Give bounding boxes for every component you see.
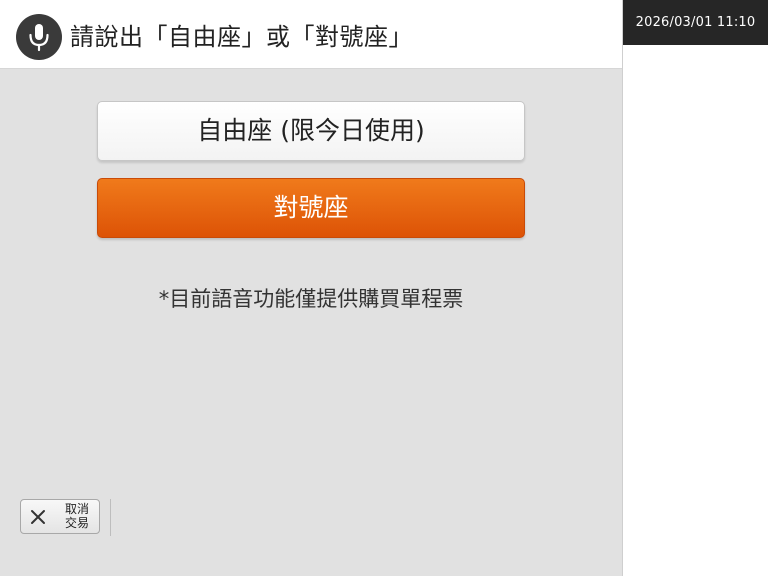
voice-ticket-screen: 請說出「自由座」或「對號座」 2026/03/01 11:10 自由座 (限今日… xyxy=(0,0,768,576)
voice-feature-note: *目前語音功能僅提供購買單程票 xyxy=(158,287,464,311)
reserved-seat-button[interactable]: 對號座 xyxy=(97,178,525,238)
cancel-transaction-button[interactable]: 取消 交易 xyxy=(20,499,100,534)
voice-prompt-bar: 請說出「自由座」或「對號座」 xyxy=(0,0,622,69)
cancel-label-line2: 交易 xyxy=(64,516,89,530)
microphone-icon[interactable] xyxy=(16,14,62,60)
cancel-label-line1: 取消 xyxy=(64,502,89,516)
side-panel xyxy=(622,0,768,576)
datetime-display: 2026/03/01 11:10 xyxy=(623,0,768,45)
close-icon xyxy=(31,510,45,524)
cancel-button-label: 取消 交易 xyxy=(57,502,97,530)
voice-prompt-text: 請說出「自由座」或「對號座」 xyxy=(70,23,413,51)
free-seat-button[interactable]: 自由座 (限今日使用) xyxy=(97,101,525,161)
footer-divider xyxy=(110,499,111,536)
